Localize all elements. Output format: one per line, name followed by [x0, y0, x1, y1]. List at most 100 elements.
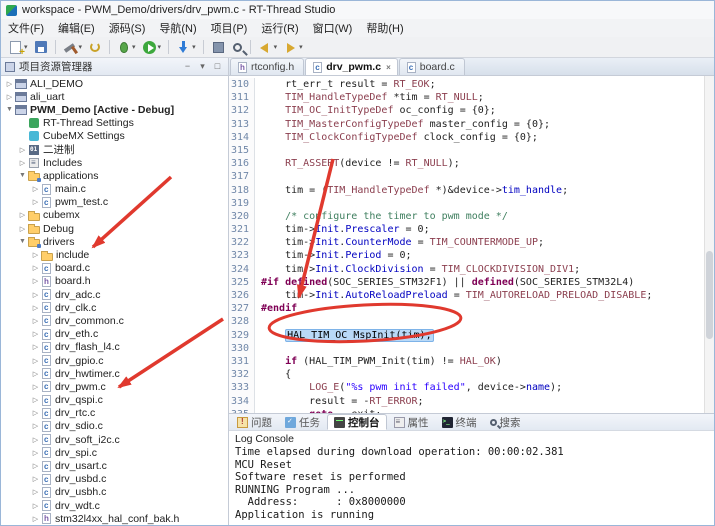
tree-item[interactable]: ▷ drv_clk.c [1, 301, 228, 314]
expand-arrow-icon[interactable]: ▷ [4, 80, 15, 88]
menu-item[interactable]: 文件(F) [1, 19, 51, 37]
expand-arrow-icon[interactable]: ▷ [30, 462, 41, 470]
code-line[interactable]: 329 HAL_TIM_OC_MspInit(tim); [229, 328, 704, 342]
menu-item[interactable]: 帮助(H) [359, 19, 410, 37]
panel-tab-properties[interactable]: 属性 [388, 414, 435, 430]
menu-item[interactable]: 窗口(W) [306, 19, 360, 37]
editor-scrollbar[interactable] [704, 76, 714, 413]
expand-arrow-icon[interactable]: ▷ [30, 449, 41, 457]
code-line[interactable]: 324 tim->Init.ClockDivision = TIM_CLOCKD… [229, 262, 704, 276]
expand-arrow-icon[interactable]: ▼ [4, 106, 15, 113]
code-line[interactable]: 326 tim->Init.AutoReloadPreload = TIM_AU… [229, 289, 704, 303]
code-line[interactable]: 335 goto __exit; [229, 407, 704, 413]
tree-item[interactable]: ▷ Includes [1, 156, 228, 169]
expand-arrow-icon[interactable]: ▷ [30, 370, 41, 378]
code-area[interactable]: 310 rt_err_t result = RT_EOK; 311 TIM_Han… [229, 76, 704, 413]
expand-arrow-icon[interactable]: ▷ [30, 343, 41, 351]
tree-item[interactable]: ▼ drivers [1, 235, 228, 249]
expand-arrow-icon[interactable]: ▷ [30, 409, 41, 417]
expand-arrow-icon[interactable]: ▷ [30, 291, 41, 299]
tree-item[interactable]: ▷ drv_common.c [1, 314, 228, 327]
code-line[interactable]: 320 /* configure the timer to pwm mode *… [229, 209, 704, 224]
expand-arrow-icon[interactable]: ▷ [30, 515, 41, 523]
tree-item[interactable]: ▼ PWM_Demo [Active - Debug] [1, 103, 228, 116]
tree-item[interactable]: ▷ drv_usbh.c [1, 486, 228, 499]
expand-arrow-icon[interactable]: ▷ [30, 317, 41, 325]
panel-tab-problems[interactable]: 问题 [231, 414, 278, 430]
expand-arrow-icon[interactable]: ▷ [30, 185, 41, 193]
expand-arrow-icon[interactable]: ▷ [17, 159, 28, 167]
tree-item[interactable]: ▷ drv_soft_i2c.c [1, 433, 228, 446]
dropdown-arrow-icon[interactable]: ▾ [158, 43, 162, 51]
dropdown-arrow-icon[interactable]: ▾ [299, 43, 303, 51]
tree-item[interactable]: ▷ 二进制 [1, 143, 228, 156]
tree-item[interactable]: ▷ pwm_test.c [1, 196, 228, 209]
code-line[interactable]: 322 tim->Init.CounterMode = TIM_COUNTERM… [229, 236, 704, 250]
code-line[interactable]: 328 [229, 315, 704, 329]
menu-item[interactable]: 导航(N) [152, 19, 203, 37]
tree-item[interactable]: ▷ drv_wdt.c [1, 499, 228, 512]
maximize-button[interactable]: □ [211, 60, 224, 73]
code-line[interactable]: 325 #if defined(SOC_SERIES_STM32F1) || de… [229, 275, 704, 289]
expand-arrow-icon[interactable]: ▼ [17, 238, 28, 245]
expand-arrow-icon[interactable]: ▷ [30, 436, 41, 444]
forward-button[interactable]: ▾ [281, 39, 305, 56]
code-line[interactable]: 315 [229, 143, 704, 158]
tree-item[interactable]: ▷ board.c [1, 262, 228, 275]
flash-download-button[interactable]: ▾ [174, 39, 198, 56]
tree-item[interactable]: ▷ drv_sdio.c [1, 420, 228, 433]
tree-item[interactable]: ▷ drv_hwtimer.c [1, 367, 228, 380]
panel-tab-search[interactable]: 搜索 [484, 414, 527, 430]
expand-arrow-icon[interactable]: ▷ [30, 502, 41, 510]
expand-arrow-icon[interactable]: ▷ [30, 304, 41, 312]
new-file-button[interactable]: ▾ [6, 39, 30, 58]
tree-item[interactable]: ▷ drv_pwm.c [1, 380, 228, 393]
expand-arrow-icon[interactable]: ▷ [30, 198, 41, 206]
build-button[interactable]: ▾ [61, 39, 85, 56]
editor-tab[interactable]: board.c [398, 58, 465, 75]
tree-item[interactable]: ▷ cubemx [1, 209, 228, 222]
tree-item[interactable]: ▷ drv_adc.c [1, 288, 228, 301]
dropdown-arrow-icon[interactable]: ▾ [79, 43, 83, 51]
tree-item[interactable]: ▷ drv_spi.c [1, 446, 228, 459]
panel-tab-console[interactable]: 控制台 [327, 414, 387, 430]
expand-arrow-icon[interactable]: ▷ [30, 396, 41, 404]
tree-item[interactable]: ▼ applications [1, 169, 228, 183]
code-line[interactable]: 334 result = -RT_ERROR; [229, 394, 704, 408]
expand-arrow-icon[interactable]: ▷ [30, 357, 41, 365]
code-line[interactable]: 311 TIM_HandleTypeDef *tim = RT_NULL; [229, 91, 704, 105]
code-line[interactable]: 333 LOG_E("%s pwm init failed", device->… [229, 381, 704, 395]
expand-arrow-icon[interactable]: ▷ [30, 488, 41, 496]
panel-tab-tasks[interactable]: 任务 [279, 414, 326, 430]
console-view[interactable]: Log Console Time elapsed during download… [229, 431, 714, 525]
menu-item[interactable]: 编辑(E) [51, 19, 102, 37]
tree-item[interactable]: RT-Thread Settings [1, 117, 228, 130]
tree-item[interactable]: ▷ drv_usart.c [1, 459, 228, 472]
expand-arrow-icon[interactable]: ▷ [30, 277, 41, 285]
expand-arrow-icon[interactable]: ▼ [17, 172, 28, 179]
editor-body[interactable]: 310 rt_err_t result = RT_EOK; 311 TIM_Han… [229, 76, 714, 413]
tree-item[interactable]: ▷ ALI_DEMO [1, 77, 228, 90]
tree-item[interactable]: ▷ stm32l4xx_hal_conf_bak.h [1, 512, 228, 525]
editor-tab[interactable]: rtconfig.h [230, 58, 305, 75]
code-line[interactable]: 314 TIM_ClockConfigTypeDef clock_config … [229, 130, 704, 144]
code-line[interactable]: 321 tim->Init.Prescaler = 0; [229, 223, 704, 237]
menu-item[interactable]: 源码(S) [102, 19, 153, 37]
code-line[interactable]: 319 [229, 196, 704, 210]
code-line[interactable]: 310 rt_err_t result = RT_EOK; [229, 78, 704, 92]
dropdown-arrow-icon[interactable]: ▾ [274, 43, 278, 51]
tree-item[interactable]: ▷ Debug [1, 222, 228, 235]
code-line[interactable]: 313 TIM_MasterConfigTypeDef master_confi… [229, 117, 704, 131]
code-line[interactable]: 318 tim = (TIM_HandleTypeDef *)&device->… [229, 183, 704, 197]
expand-arrow-icon[interactable]: ▷ [17, 225, 28, 233]
code-line[interactable]: 316 RT_ASSERT(device != RT_NULL); [229, 157, 704, 171]
dropdown-arrow-icon[interactable]: ▾ [132, 43, 136, 51]
code-line[interactable]: 332 { [229, 368, 704, 382]
close-icon[interactable]: × [386, 63, 391, 72]
view-menu-button[interactable]: ▾ [196, 60, 209, 73]
code-line[interactable]: 327 #endif [229, 302, 704, 316]
tree-item[interactable]: ▷ main.c [1, 183, 228, 196]
tree-item[interactable]: ▷ drv_eth.c [1, 328, 228, 341]
expand-arrow-icon[interactable]: ▷ [30, 422, 41, 430]
tree-item[interactable]: ▷ board.h [1, 275, 228, 288]
